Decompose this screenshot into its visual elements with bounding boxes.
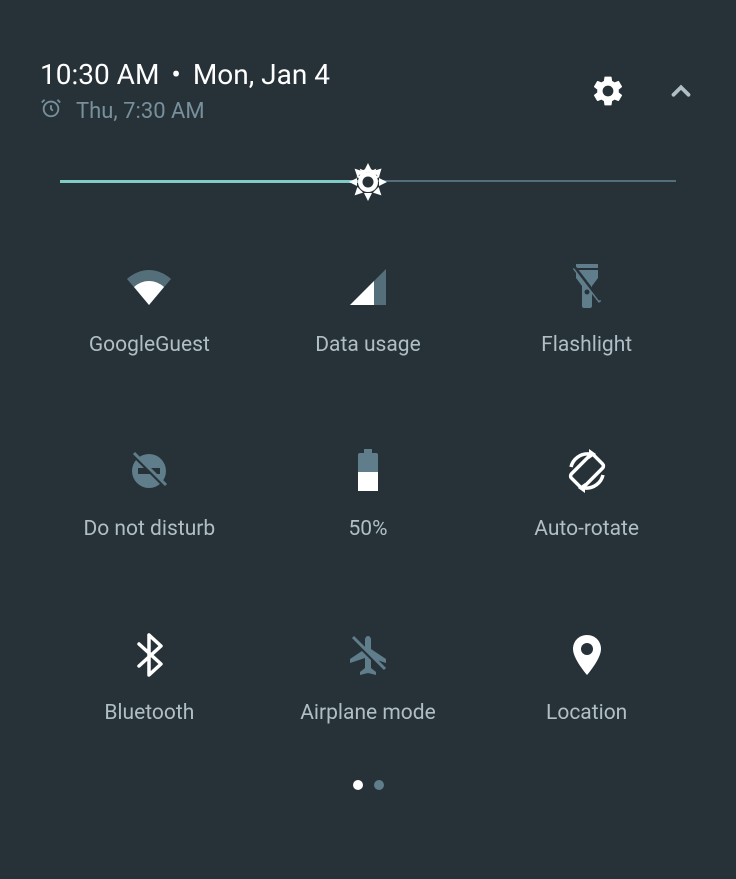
cellular-icon bbox=[348, 263, 388, 311]
tile-dnd-label: Do not disturb bbox=[83, 517, 215, 541]
alarm-row[interactable]: Thu, 7:30 AM bbox=[40, 97, 330, 125]
quick-tiles-grid: GoogleGuest Data usage Flashlight bbox=[0, 183, 736, 725]
wifi-icon bbox=[124, 263, 174, 311]
tile-autorotate-label: Auto-rotate bbox=[534, 517, 639, 541]
tile-battery-label: 50% bbox=[348, 517, 387, 541]
collapse-chevron-icon[interactable] bbox=[666, 76, 696, 110]
autorotate-icon bbox=[563, 447, 611, 495]
tile-airplane-label: Airplane mode bbox=[300, 701, 436, 725]
tile-bluetooth-label: Bluetooth bbox=[104, 701, 194, 725]
tile-bluetooth[interactable]: Bluetooth bbox=[40, 631, 259, 725]
slider-track bbox=[60, 180, 676, 183]
tile-airplane[interactable]: Airplane mode bbox=[259, 631, 478, 725]
quick-settings-header: 10:30 AM • Mon, Jan 4 Thu, 7:30 AM bbox=[0, 0, 736, 125]
tile-flashlight-label: Flashlight bbox=[541, 333, 632, 357]
tile-flashlight[interactable]: Flashlight bbox=[477, 263, 696, 357]
brightness-slider[interactable] bbox=[0, 125, 736, 183]
tile-wifi-label: GoogleGuest bbox=[89, 333, 210, 357]
date-text: Mon, Jan 4 bbox=[193, 58, 330, 91]
page-indicator[interactable] bbox=[0, 780, 736, 790]
tile-dnd[interactable]: Do not disturb bbox=[40, 447, 259, 541]
airplane-icon bbox=[346, 631, 390, 679]
header-right bbox=[590, 58, 696, 113]
tile-location[interactable]: Location bbox=[477, 631, 696, 725]
tile-location-label: Location bbox=[546, 701, 627, 725]
slider-fill bbox=[60, 180, 368, 183]
separator-dot: • bbox=[171, 58, 180, 91]
header-left: 10:30 AM • Mon, Jan 4 Thu, 7:30 AM bbox=[40, 58, 330, 125]
tile-data-label: Data usage bbox=[315, 333, 420, 357]
flashlight-icon bbox=[572, 263, 602, 311]
tile-wifi[interactable]: GoogleGuest bbox=[40, 263, 259, 357]
tile-battery[interactable]: 50% bbox=[259, 447, 478, 541]
alarm-icon bbox=[40, 97, 76, 125]
time-text: 10:30 AM bbox=[40, 58, 159, 91]
settings-gear-icon[interactable] bbox=[590, 73, 626, 113]
bluetooth-icon bbox=[135, 631, 163, 679]
pager-dot-2 bbox=[374, 780, 384, 790]
battery-icon bbox=[356, 447, 380, 495]
brightness-icon[interactable] bbox=[348, 162, 388, 202]
time-date-row[interactable]: 10:30 AM • Mon, Jan 4 bbox=[40, 58, 330, 91]
location-icon bbox=[571, 631, 603, 679]
slider-empty bbox=[368, 180, 676, 182]
alarm-text: Thu, 7:30 AM bbox=[76, 99, 205, 124]
tile-autorotate[interactable]: Auto-rotate bbox=[477, 447, 696, 541]
tile-data-usage[interactable]: Data usage bbox=[259, 263, 478, 357]
pager-dot-1 bbox=[353, 780, 363, 790]
dnd-icon bbox=[128, 447, 170, 495]
